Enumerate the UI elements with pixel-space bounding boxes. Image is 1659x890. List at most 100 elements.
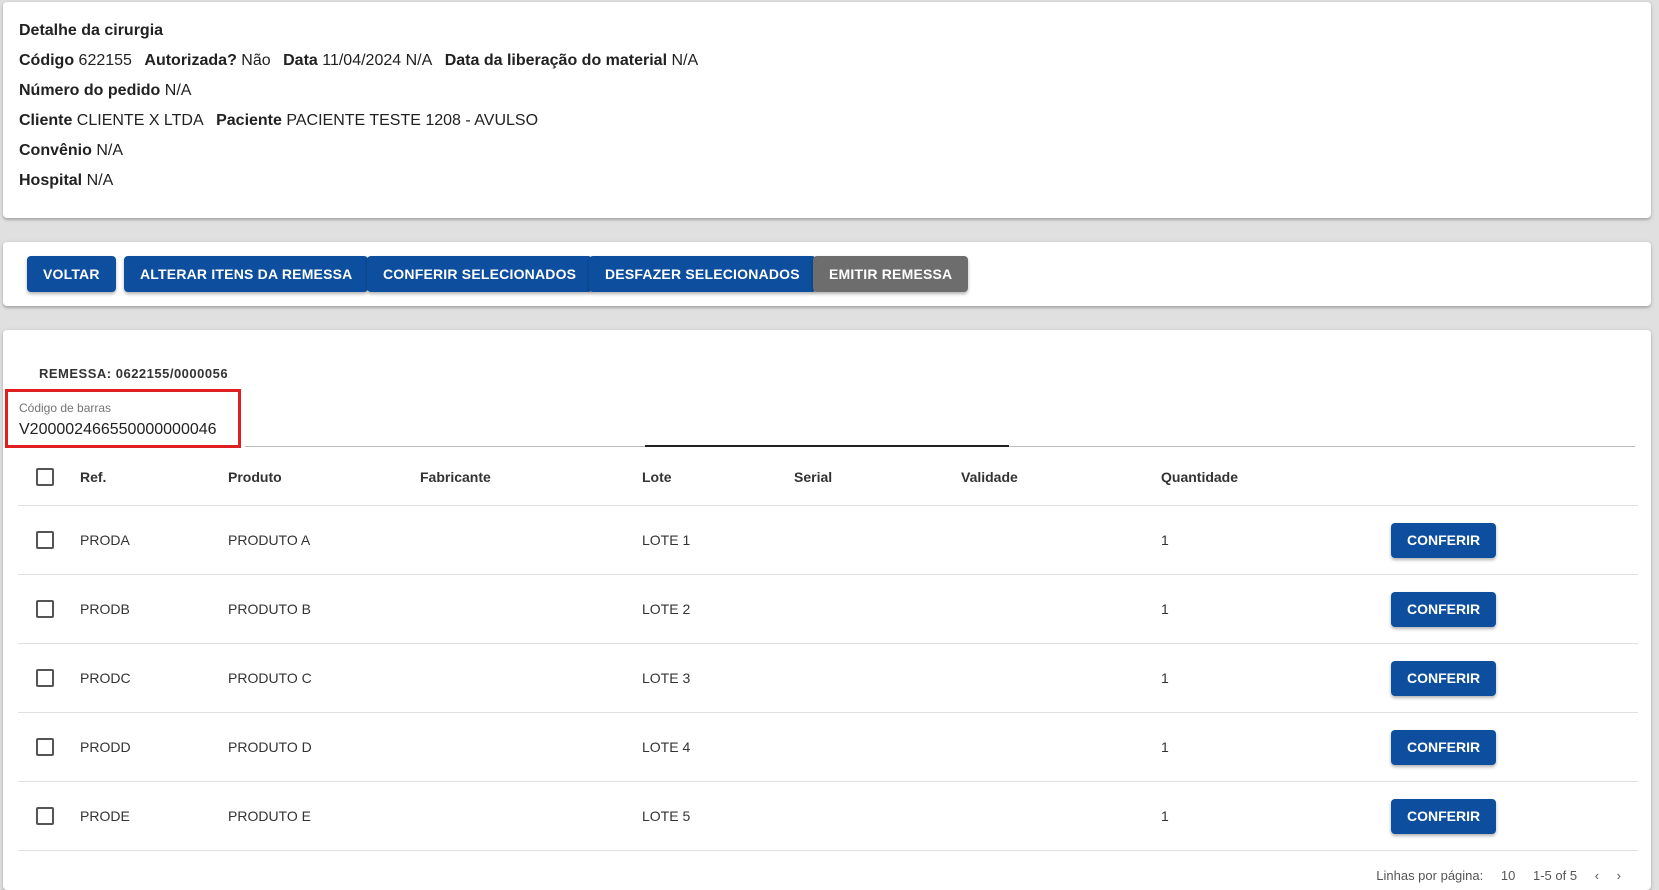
pedido-value: N/A: [164, 82, 192, 99]
row-produto: PRODUTO B: [228, 574, 420, 644]
cliente-value: CLIENTE X LTDA: [76, 112, 204, 129]
row-lote: LOTE 1: [642, 505, 794, 575]
conferir-row-button[interactable]: CONFERIR: [1391, 591, 1497, 627]
remessa-card: REMESSA: 0622155/0000056 Código de barra…: [3, 330, 1651, 890]
row-checkbox[interactable]: [36, 600, 54, 619]
detail-line-pedido: Número do pedido N/A: [19, 82, 199, 100]
conferir-row-button[interactable]: CONFERIR: [1391, 522, 1497, 558]
liberacao-value: N/A: [671, 52, 699, 69]
row-checkbox[interactable]: [36, 669, 54, 688]
row-fabricante: [420, 781, 642, 851]
hospital-value: N/A: [86, 172, 114, 189]
row-quantidade: 1: [1161, 574, 1391, 644]
row-ref: PRODC: [80, 643, 228, 713]
table-header-row: Ref. Produto Fabricante Lote Serial Vali…: [18, 448, 1638, 506]
codigo-value: 622155: [78, 52, 132, 69]
cliente-label: Cliente: [19, 112, 73, 129]
table-pagination: Linhas por página: 10 1-5 of 5 ‹ ›: [1362, 868, 1621, 883]
items-table: Ref. Produto Fabricante Lote Serial Vali…: [18, 448, 1638, 851]
row-quantidade: 1: [1161, 712, 1391, 782]
detail-line-codigo: Código 622155 Autorizada? Não Data 11/04…: [19, 52, 706, 70]
col-produto[interactable]: Produto: [228, 448, 420, 506]
row-validade: [961, 574, 1161, 644]
col-validade[interactable]: Validade: [961, 448, 1161, 506]
emitir-remessa-button[interactable]: EMITIR REMESSA: [813, 256, 969, 292]
desfazer-selecionados-button[interactable]: DESFAZER SELECIONADOS: [589, 256, 816, 292]
row-validade: [961, 712, 1161, 782]
table-row: PRODD PRODUTO D LOTE 4 1 CONFERIR: [18, 712, 1638, 782]
row-validade: [961, 781, 1161, 851]
active-tab-indicator: [645, 445, 1009, 447]
detail-title: Detalhe da cirurgia: [19, 22, 164, 39]
table-row: PRODC PRODUTO C LOTE 3 1 CONFERIR: [18, 643, 1638, 713]
row-ref: PRODE: [80, 781, 228, 851]
codigo-label: Código: [19, 52, 75, 69]
select-all-checkbox[interactable]: [36, 467, 54, 486]
data-value: 11/04/2024 N/A: [322, 52, 433, 69]
row-serial: [794, 643, 961, 713]
rows-per-page-select[interactable]: 10: [1501, 868, 1515, 883]
liberacao-label: Data da liberação do material: [444, 52, 668, 69]
remessa-title: REMESSA: 0622155/0000056: [39, 366, 229, 381]
row-serial: [794, 505, 961, 575]
col-serial[interactable]: Serial: [794, 448, 961, 506]
row-quantidade: 1: [1161, 781, 1391, 851]
detail-line-convenio: Convênio N/A: [19, 142, 131, 160]
col-lote[interactable]: Lote: [642, 448, 794, 506]
row-produto: PRODUTO D: [228, 712, 420, 782]
rows-per-page-label: Linhas por página:: [1376, 868, 1484, 883]
row-ref: PRODD: [80, 712, 228, 782]
row-fabricante: [420, 574, 642, 644]
autorizada-label: Autorizada?: [144, 52, 237, 69]
row-serial: [794, 781, 961, 851]
table-row: PRODE PRODUTO E LOTE 5 1 CONFERIR: [18, 781, 1638, 851]
row-checkbox[interactable]: [36, 807, 54, 826]
row-validade: [961, 505, 1161, 575]
detail-line-hospital: Hospital N/A: [19, 172, 121, 190]
pedido-label: Número do pedido: [19, 82, 161, 99]
row-lote: LOTE 5: [642, 781, 794, 851]
barcode-highlight: [5, 389, 241, 448]
table-row: PRODA PRODUTO A LOTE 1 1 CONFERIR: [18, 505, 1638, 575]
barcode-label: Código de barras: [19, 401, 112, 415]
col-quantidade[interactable]: Quantidade: [1161, 448, 1391, 506]
row-fabricante: [420, 643, 642, 713]
alterar-itens-button[interactable]: ALTERAR ITENS DA REMESSA: [124, 256, 369, 292]
pagination-range: 1-5 of 5: [1532, 868, 1578, 883]
row-validade: [961, 643, 1161, 713]
row-checkbox[interactable]: [36, 738, 54, 757]
barcode-input[interactable]: [19, 421, 234, 439]
conferir-selecionados-button[interactable]: CONFERIR SELECIONADOS: [367, 256, 593, 292]
row-lote: LOTE 3: [642, 643, 794, 713]
col-ref[interactable]: Ref.: [80, 448, 228, 506]
hospital-label: Hospital: [19, 172, 83, 189]
paciente-value: PACIENTE TESTE 1208 - AVULSO: [286, 112, 539, 129]
row-fabricante: [420, 505, 642, 575]
row-quantidade: 1: [1161, 643, 1391, 713]
conferir-row-button[interactable]: CONFERIR: [1391, 729, 1497, 765]
voltar-button[interactable]: VOLTAR: [27, 256, 116, 292]
autorizada-value: Não: [241, 52, 271, 69]
row-produto: PRODUTO A: [228, 505, 420, 575]
row-produto: PRODUTO E: [228, 781, 420, 851]
row-fabricante: [420, 712, 642, 782]
surgery-detail-card: Detalhe da cirurgia Código 622155 Autori…: [3, 2, 1651, 218]
row-quantidade: 1: [1161, 505, 1391, 575]
paciente-label: Paciente: [216, 112, 282, 129]
chevron-left-icon[interactable]: ‹: [1595, 868, 1599, 883]
row-checkbox[interactable]: [36, 531, 54, 550]
row-serial: [794, 574, 961, 644]
conferir-row-button[interactable]: CONFERIR: [1391, 660, 1497, 696]
chevron-right-icon[interactable]: ›: [1617, 868, 1621, 883]
data-label: Data: [283, 52, 318, 69]
convenio-value: N/A: [96, 142, 124, 159]
row-serial: [794, 712, 961, 782]
row-produto: PRODUTO C: [228, 643, 420, 713]
row-lote: LOTE 4: [642, 712, 794, 782]
row-ref: PRODA: [80, 505, 228, 575]
row-ref: PRODB: [80, 574, 228, 644]
conferir-row-button[interactable]: CONFERIR: [1391, 798, 1497, 834]
col-actions: [1391, 448, 1638, 506]
col-fabricante[interactable]: Fabricante: [420, 448, 642, 506]
row-lote: LOTE 2: [642, 574, 794, 644]
